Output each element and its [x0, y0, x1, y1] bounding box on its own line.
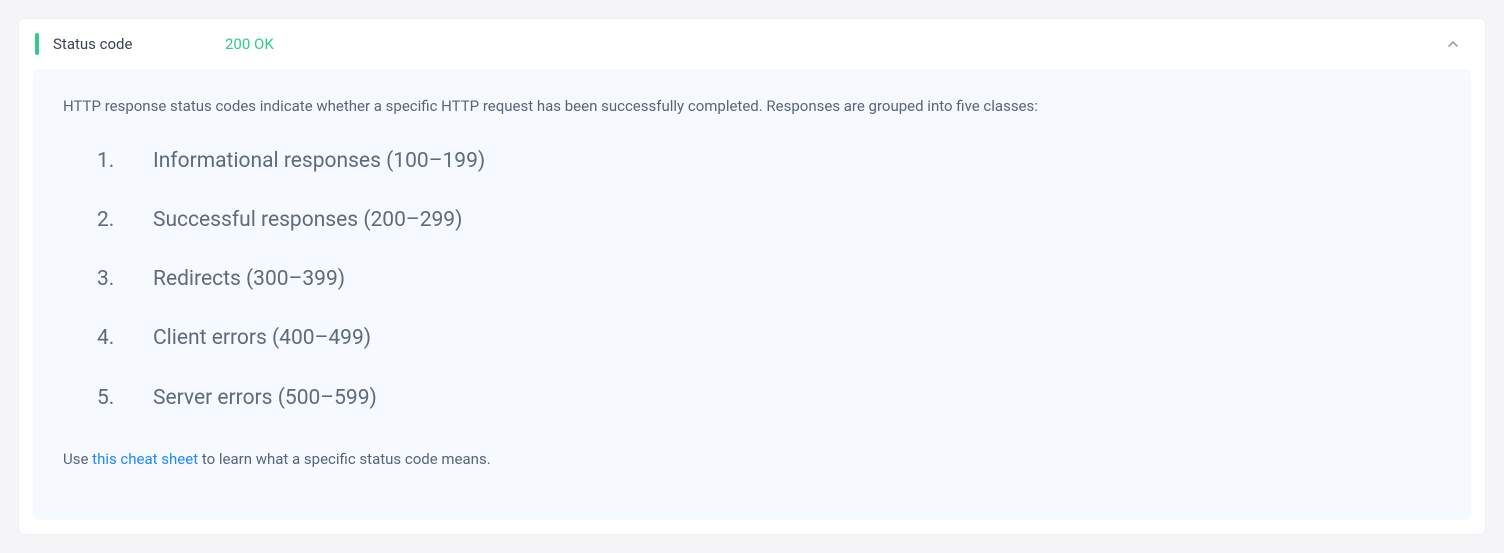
list-item: 3. Redirects (300–399) [97, 266, 1441, 293]
status-classes-list: 1. Informational responses (100–199) 2. … [97, 148, 1441, 412]
footer-text: Use this cheat sheet to learn what a spe… [63, 450, 1441, 468]
list-item-text: Server errors (500–599) [153, 385, 377, 412]
list-item: 4. Client errors (400–499) [97, 325, 1441, 352]
list-number: 4. [97, 325, 153, 352]
footer-prefix: Use [63, 450, 92, 468]
list-item: 1. Informational responses (100–199) [97, 148, 1441, 175]
header-label: Status code [53, 35, 225, 53]
list-item-text: Client errors (400–499) [153, 325, 371, 352]
panel-body: HTTP response status codes indicate whet… [33, 69, 1471, 520]
list-item-text: Informational responses (100–199) [153, 148, 485, 175]
list-item: 2. Successful responses (200–299) [97, 207, 1441, 234]
cheat-sheet-link[interactable]: this cheat sheet [92, 450, 198, 468]
list-item-text: Successful responses (200–299) [153, 207, 462, 234]
list-item-text: Redirects (300–399) [153, 266, 345, 293]
list-number: 5. [97, 385, 153, 412]
list-number: 2. [97, 207, 153, 234]
intro-text: HTTP response status codes indicate whet… [63, 95, 1441, 118]
chevron-up-icon [1447, 38, 1459, 50]
panel-header[interactable]: Status code 200 OK [19, 19, 1485, 69]
list-item: 5. Server errors (500–599) [97, 385, 1441, 412]
list-number: 1. [97, 148, 153, 175]
footer-suffix: to learn what a specific status code mea… [198, 450, 491, 468]
accent-bar [35, 33, 39, 55]
header-value: 200 OK [225, 35, 274, 53]
list-number: 3. [97, 266, 153, 293]
status-code-panel: Status code 200 OK HTTP response status … [18, 18, 1486, 535]
